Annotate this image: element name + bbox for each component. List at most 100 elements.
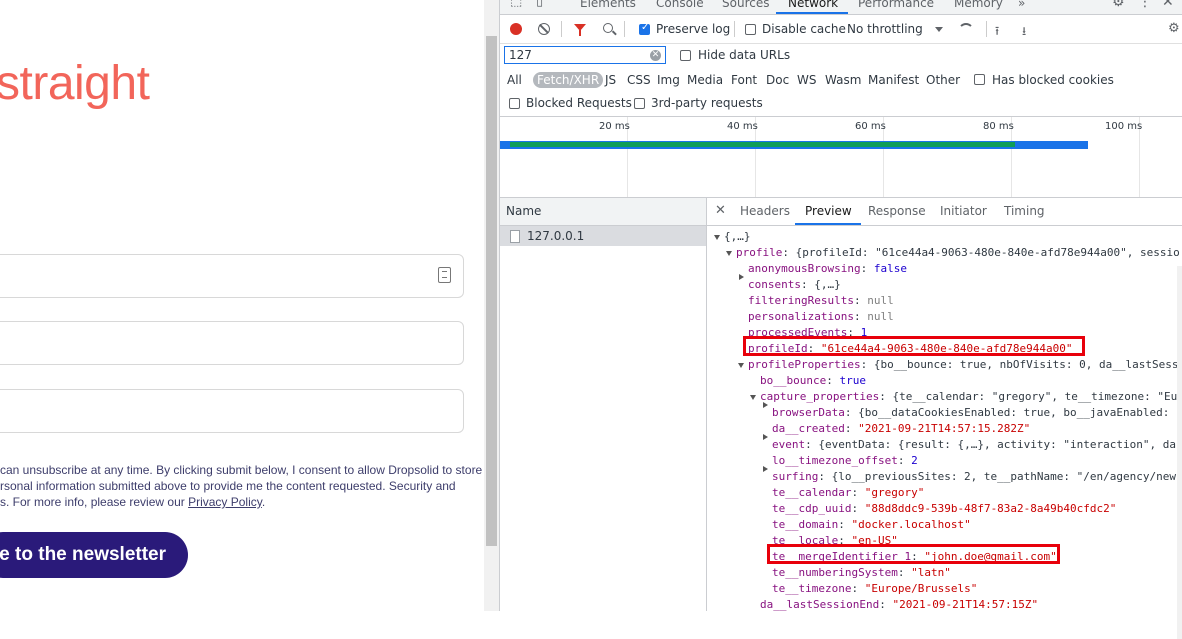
tree-node-da-created[interactable]: da__created: "2021-09-21T14:57:15.282Z" [772, 422, 1030, 436]
inspect-element-icon[interactable]: ⬚ [510, 0, 522, 9]
tree-node-last-session-end[interactable]: da__lastSessionEnd: "2021-09-21T14:57:15… [760, 598, 1038, 612]
close-devtools-icon[interactable]: ✕ [1162, 0, 1174, 10]
tree-node-consents[interactable]: consents: {,…} [748, 278, 841, 292]
filter-img[interactable]: Img [657, 73, 680, 87]
subscribe-newsletter-button[interactable]: be to the newsletter [0, 532, 188, 578]
tree-node-te-cdp-uuid[interactable]: te__cdp_uuid: "88d8ddc9-539b-48f7-83a2-8… [772, 502, 1116, 516]
filter-media[interactable]: Media [687, 73, 723, 87]
filter-input[interactable]: 127 [504, 46, 666, 64]
preview-scrollbar[interactable] [1177, 266, 1182, 639]
tab-memory[interactable]: Memory [954, 0, 1003, 10]
tree-root[interactable]: {,…} [724, 230, 751, 244]
filter-fetch-xhr[interactable]: Fetch/XHR [533, 72, 604, 88]
name-field[interactable] [0, 254, 464, 298]
filter-css[interactable]: CSS [627, 73, 651, 87]
more-tabs-button[interactable]: » [1018, 0, 1025, 10]
filter-manifest[interactable]: Manifest [868, 73, 919, 87]
hide-data-urls-checkbox[interactable] [680, 50, 691, 61]
privacy-policy-link[interactable]: Privacy Policy [188, 495, 262, 509]
tree-node-te-timezone[interactable]: te__timezone: "Europe/Brussels" [772, 582, 977, 596]
tree-node-te-domain[interactable]: te__domain: "docker.localhost" [772, 518, 971, 532]
tree-node-capture-properties[interactable]: capture_properties: {te__calendar: "greg… [760, 390, 1177, 404]
expand-arrow-icon[interactable] [738, 363, 744, 368]
tab-performance[interactable]: Performance [858, 0, 934, 10]
tab-response[interactable]: Response [868, 204, 926, 218]
active-tab-underline [776, 12, 848, 14]
name-column-header[interactable]: Name [500, 198, 706, 226]
tree-node-surfing[interactable]: surfing: {lo__previousSites: 2, te__path… [772, 470, 1176, 484]
filter-js[interactable]: JS [605, 73, 616, 87]
close-detail-icon[interactable]: ✕ [715, 203, 726, 218]
filter-font[interactable]: Font [731, 73, 757, 87]
settings-gear-icon[interactable]: ⚙ [1112, 0, 1125, 10]
tab-elements[interactable]: Elements [580, 0, 636, 10]
company-field[interactable] [0, 389, 464, 433]
disable-cache-checkbox[interactable] [745, 24, 756, 35]
throttling-select[interactable]: No throttling [847, 22, 923, 36]
request-row[interactable]: 127.0.0.1 [500, 226, 706, 246]
network-conditions-icon[interactable] [958, 23, 974, 33]
page-scrollbar[interactable] [484, 0, 499, 611]
third-party-checkbox[interactable] [634, 98, 645, 109]
filter-doc[interactable]: Doc [766, 73, 789, 87]
tab-sources[interactable]: Sources [722, 0, 769, 10]
expand-arrow-icon[interactable] [763, 402, 768, 408]
filter-icon[interactable] [574, 24, 586, 36]
web-page: straight can unsubscribe at any time. By… [0, 0, 484, 611]
clear-filter-icon[interactable]: ✕ [650, 50, 661, 61]
chevron-down-icon[interactable] [935, 27, 943, 32]
tree-node-profile[interactable]: profile: {profileId: "61ce44a4-9063-480e… [736, 246, 1180, 260]
hide-data-urls-label: Hide data URLs [698, 48, 791, 62]
has-blocked-cookies-checkbox[interactable] [974, 74, 985, 85]
expand-arrow-icon[interactable] [750, 395, 756, 400]
search-icon[interactable] [603, 23, 613, 33]
tree-node-anonymous-browsing[interactable]: anonymousBrowsing: false [748, 262, 907, 276]
toolbar-divider [624, 21, 625, 37]
tab-preview[interactable]: Preview [805, 204, 852, 218]
blocked-requests-label: Blocked Requests [526, 96, 632, 110]
tab-timing[interactable]: Timing [1004, 204, 1045, 218]
record-icon[interactable] [510, 23, 522, 35]
filter-ws[interactable]: WS [797, 73, 816, 87]
tree-node-personalizations[interactable]: personalizations: null [748, 310, 894, 324]
blocked-requests-checkbox[interactable] [509, 98, 520, 109]
filter-wasm[interactable]: Wasm [825, 73, 861, 87]
tab-network[interactable]: Network [788, 0, 838, 10]
overview-waiting-bar [510, 142, 1015, 147]
import-har-icon[interactable]: ⭱ [995, 22, 999, 43]
tab-headers[interactable]: Headers [740, 204, 790, 218]
tree-node-te-numbering-system[interactable]: te__numberingSystem: "latn" [772, 566, 951, 580]
tab-initiator[interactable]: Initiator [940, 204, 987, 218]
page-scrollbar-thumb[interactable] [486, 36, 497, 546]
filter-all[interactable]: All [507, 73, 522, 87]
highlight-box-profile-id [743, 336, 1085, 356]
preview-tree: {,…} profile: {profileId: "61ce44a4-9063… [707, 226, 1182, 639]
tree-node-bounce[interactable]: bo__bounce: true [760, 374, 866, 388]
network-settings-icon[interactable]: ⚙ [1168, 21, 1180, 36]
device-toolbar-icon[interactable]: ▯ [536, 0, 543, 9]
network-overview[interactable]: 20 ms 40 ms 60 ms 80 ms 100 ms [500, 117, 1182, 198]
expand-arrow-icon[interactable] [739, 274, 744, 280]
email-field[interactable] [0, 321, 464, 365]
preserve-log-checkbox[interactable] [639, 22, 650, 35]
expand-arrow-icon[interactable] [726, 251, 732, 256]
more-options-icon[interactable]: ⋮ [1138, 0, 1152, 10]
tab-console[interactable]: Console [656, 0, 704, 10]
tree-node-event[interactable]: event: {eventData: {result: {,…}, activi… [772, 438, 1176, 452]
export-har-icon[interactable]: ⭳ [1022, 22, 1026, 43]
tree-node-browser-data[interactable]: browserData: {bo__dataCookiesEnabled: tr… [772, 406, 1169, 420]
clear-icon[interactable] [538, 23, 550, 35]
expand-arrow-icon[interactable] [714, 235, 720, 240]
expand-arrow-icon[interactable] [763, 466, 768, 472]
tree-node-te-calendar[interactable]: te__calendar: "gregory" [772, 486, 924, 500]
document-icon [510, 230, 520, 243]
overview-tick: 80 ms [983, 121, 1014, 132]
consent-line-3: s. For more info, please review our [0, 495, 189, 509]
expand-arrow-icon[interactable] [763, 434, 768, 440]
filter-other[interactable]: Other [926, 73, 960, 87]
consent-line-2: rsonal information submitted above to pr… [0, 479, 456, 493]
overview-tick: 100 ms [1105, 121, 1143, 132]
tree-node-filtering-results[interactable]: filteringResults: null [748, 294, 894, 308]
tree-node-profile-properties[interactable]: profileProperties: {bo__bounce: true, nb… [748, 358, 1178, 372]
tree-node-timezone-offset[interactable]: lo__timezone_offset: 2 [772, 454, 918, 468]
